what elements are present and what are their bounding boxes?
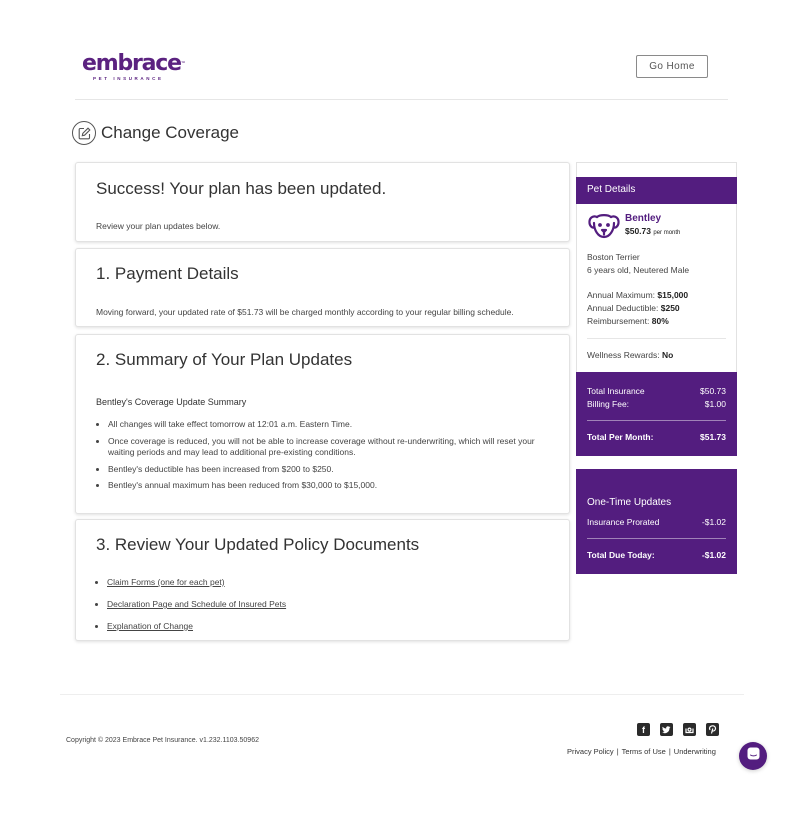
plan-summary-card: 2. Summary of Your Plan Updates Bentley'… bbox=[75, 334, 570, 514]
page-title-text: Change Coverage bbox=[101, 123, 239, 142]
copyright-text: Copyright © 2023 Embrace Pet Insurance. … bbox=[66, 737, 259, 744]
pet-monthly-price: $50.73 per month bbox=[625, 226, 681, 236]
declaration-page-link[interactable]: Declaration Page and Schedule of Insured… bbox=[107, 599, 286, 609]
payment-details-card: 1. Payment Details Moving forward, your … bbox=[75, 248, 570, 327]
claim-forms-link[interactable]: Claim Forms (one for each pet) bbox=[107, 577, 225, 587]
payment-body: Moving forward, your updated rate of $51… bbox=[96, 307, 514, 317]
divider bbox=[587, 538, 726, 539]
logo-trademark: ™ bbox=[180, 61, 186, 67]
footer-divider bbox=[60, 694, 744, 695]
summary-item: Once coverage is reduced, you will not b… bbox=[108, 436, 553, 459]
success-body: Review your plan updates below. bbox=[96, 221, 221, 231]
pet-breed: Boston Terrier bbox=[587, 252, 640, 262]
monthly-totals-panel: Total Insurance $50.73 Billing Fee: $1.00 … bbox=[576, 372, 737, 456]
social-links: f bbox=[637, 723, 719, 736]
success-heading: Success! Your plan has been updated. bbox=[96, 179, 387, 198]
underwriting-link[interactable]: Underwriting bbox=[674, 747, 716, 756]
annual-maximum: Annual Maximum: $15,000 bbox=[587, 290, 689, 300]
billing-fee-row: Billing Fee: $1.00 bbox=[587, 399, 726, 409]
logo-tagline: PET INSURANCE bbox=[93, 76, 164, 81]
summary-subheading: Bentley's Coverage Update Summary bbox=[96, 397, 247, 407]
logo-wordmark: embrace bbox=[82, 51, 182, 76]
total-per-month-row: Total Per Month: $51.73 bbox=[587, 432, 726, 442]
site-header: embrace™ PET INSURANCE Go Home bbox=[75, 40, 728, 100]
chat-icon bbox=[747, 747, 760, 765]
policy-documents-card: 3. Review Your Updated Policy Documents … bbox=[75, 519, 570, 641]
edit-icon bbox=[72, 121, 96, 145]
documents-list: Claim Forms (one for each pet) Declarati… bbox=[107, 577, 286, 643]
chat-launcher-button[interactable] bbox=[739, 742, 767, 770]
embrace-logo[interactable]: embrace™ PET INSURANCE bbox=[82, 51, 186, 82]
explanation-of-change-link[interactable]: Explanation of Change bbox=[107, 621, 193, 631]
pet-details-panel: Pet Details Bentley $50.73 per month Bos… bbox=[576, 162, 737, 372]
summary-item: Bentley's annual maximum has been reduce… bbox=[108, 480, 553, 492]
pinterest-icon[interactable] bbox=[706, 723, 719, 736]
payment-heading: 1. Payment Details bbox=[96, 264, 239, 283]
total-due-today-row: Total Due Today: -$1.02 bbox=[587, 550, 726, 560]
page-title: Change Coverage bbox=[72, 121, 239, 145]
facebook-icon[interactable]: f bbox=[637, 723, 650, 736]
reimbursement: Reimbursement: 80% bbox=[587, 316, 669, 326]
terms-of-use-link[interactable]: Terms of Use bbox=[622, 747, 666, 756]
annual-deductible: Annual Deductible: $250 bbox=[587, 303, 680, 313]
summary-heading: 2. Summary of Your Plan Updates bbox=[96, 350, 353, 369]
pet-name: Bentley bbox=[625, 213, 662, 224]
success-card: Success! Your plan has been updated. Rev… bbox=[75, 162, 570, 242]
twitter-icon[interactable] bbox=[660, 723, 673, 736]
documents-heading: 3. Review Your Updated Policy Documents bbox=[96, 535, 420, 554]
privacy-policy-link[interactable]: Privacy Policy bbox=[567, 747, 614, 756]
divider bbox=[587, 420, 726, 421]
one-time-updates-panel: One-Time Updates Insurance Prorated -$1.0… bbox=[576, 469, 737, 574]
summary-item: All changes will take effect tomorrow at… bbox=[108, 419, 553, 431]
divider bbox=[587, 338, 726, 339]
summary-list: All changes will take effect tomorrow at… bbox=[108, 419, 553, 497]
pet-age-sex: 6 years old, Neutered Male bbox=[587, 265, 690, 275]
instagram-icon[interactable] bbox=[683, 723, 696, 736]
summary-item: Bentley's deductible has been increased … bbox=[108, 464, 553, 476]
insurance-prorated-row: Insurance Prorated -$1.02 bbox=[587, 517, 726, 527]
pet-details-header: Pet Details bbox=[576, 177, 737, 204]
dog-icon bbox=[587, 212, 621, 245]
wellness-rewards: Wellness Rewards: No bbox=[587, 350, 674, 360]
footer-links: Privacy Policy | Terms of Use | Underwriting bbox=[567, 747, 716, 756]
total-insurance-row: Total Insurance $50.73 bbox=[587, 386, 726, 396]
go-home-button[interactable]: Go Home bbox=[636, 55, 708, 78]
one-time-title: One-Time Updates bbox=[587, 497, 672, 508]
